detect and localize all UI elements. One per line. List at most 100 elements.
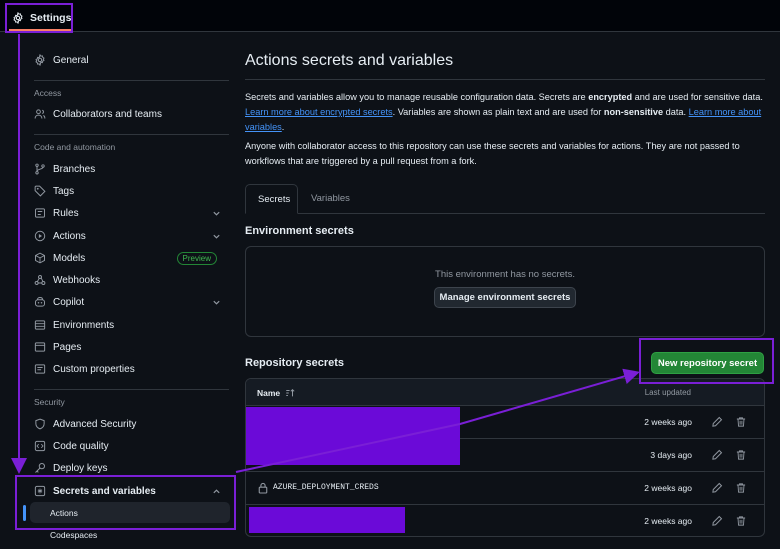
secret-updated: 2 weeks ago [644,417,692,427]
sidebar-divider [34,389,229,390]
sidebar-item-label: Environments [53,319,115,331]
name-column-label: Name [257,388,281,398]
encrypted-secrets-link[interactable]: Learn more about encrypted secrets [245,107,393,117]
sidebar-item-label: Copilot [53,296,85,308]
sidebar-divider [34,134,229,135]
cube-icon [34,252,46,264]
secret-updated: 2 weeks ago [644,516,692,526]
chevron-down-icon [212,298,221,307]
secret-name: AZURE_DEPLOYMENT_CREDS [273,483,379,492]
intro-emphasis-non-sensitive: non-sensitive [603,107,664,117]
intro-text: . [281,122,285,132]
intro-paragraph: Secrets and variables allow you to manag… [245,90,765,135]
sidebar-item-webhooks[interactable]: Webhooks [29,270,229,290]
page-title: Actions secrets and variables [245,52,454,69]
key-icon [34,462,46,474]
server-icon [34,319,46,331]
sidebar-item-pages[interactable]: Pages [29,337,229,357]
annotation-box-settings [5,3,73,33]
tab-secrets[interactable]: Secrets [245,184,298,214]
branch-icon [34,163,46,175]
manage-environment-secrets-button[interactable]: Manage environment secrets [434,287,576,308]
sidebar-subitem-codespaces[interactable]: Codespaces [50,530,97,540]
sidebar-item-label: Models [53,252,86,264]
collaborator-paragraph: Anyone with collaborator access to this … [245,141,740,166]
redaction-block [246,407,460,465]
sidebar-item-tags[interactable]: Tags [29,181,229,201]
note-icon [34,363,46,375]
intro-emphasis-encrypted: encrypted [588,92,633,102]
intro-text: and are used for sensitive data. [632,92,763,102]
trash-icon[interactable] [735,482,747,494]
annotation-box-new-secret [639,338,774,384]
sort-icon [285,388,295,398]
gear-icon [34,54,46,66]
secret-updated: 3 days ago [650,450,692,460]
sidebar-item-environments[interactable]: Environments [29,315,229,335]
secrets-variables-tabs: Secrets Variables [245,184,765,214]
secret-updated: 2 weeks ago [644,483,692,493]
name-column-header[interactable]: Name [257,388,295,398]
sidebar-item-label: Branches [53,163,96,175]
empty-state-text: This environment has no secrets. [435,269,575,280]
sidebar-group-code-automation: Code and automation [34,142,116,152]
sidebar-item-label: Rules [53,207,79,219]
sidebar-item-rules[interactable]: Rules [29,203,229,223]
sidebar-item-label: Tags [53,185,75,197]
sidebar-item-advanced-security[interactable]: Advanced Security [29,414,229,434]
rules-icon [34,207,46,219]
redaction-block [249,507,405,533]
tag-icon [34,185,46,197]
pencil-icon[interactable] [711,515,723,527]
people-icon [34,108,46,120]
intro-text: data. [663,107,689,117]
trash-icon[interactable] [735,416,747,428]
sidebar-item-models[interactable]: Models Preview [29,248,229,268]
lock-icon [258,482,268,494]
copilot-icon [34,296,46,308]
sidebar-item-label: General [53,54,89,66]
chevron-down-icon [212,209,221,218]
sidebar-item-label: Advanced Security [53,418,137,430]
sidebar-item-label: Webhooks [53,274,101,286]
environment-secrets-heading: Environment secrets [245,225,354,237]
sidebar-item-label: Actions [53,230,86,242]
shield-icon [34,418,46,430]
pencil-icon[interactable] [711,449,723,461]
sidebar-item-general[interactable]: General [29,50,229,70]
sidebar-group-access: Access [34,88,62,98]
sidebar-item-label: Deploy keys [53,462,108,474]
top-bar: Settings [0,0,780,32]
sidebar-divider [34,80,229,81]
table-row: AZURE_DEPLOYMENT_CREDS 2 weeks ago [246,472,764,505]
environment-secrets-box: This environment has no secrets. Manage … [245,246,765,337]
sidebar-item-collaborators[interactable]: Collaborators and teams [29,104,229,124]
code-square-icon [34,440,46,452]
sidebar-group-security: Security [34,397,65,407]
sidebar-item-label: Code quality [53,440,109,452]
title-divider [245,79,765,80]
chevron-down-icon [212,232,221,241]
annotation-box-secrets-and-variables [15,475,236,530]
pencil-icon[interactable] [711,416,723,428]
browser-icon [34,341,46,353]
pencil-icon[interactable] [711,482,723,494]
play-circle-icon [34,230,46,242]
sidebar-item-code-quality[interactable]: Code quality [29,436,229,456]
sidebar-item-label: Custom properties [53,363,135,375]
sidebar-item-copilot[interactable]: Copilot [29,292,229,312]
webhook-icon [34,274,46,286]
sidebar-item-branches[interactable]: Branches [29,159,229,179]
preview-badge: Preview [176,252,217,265]
sidebar-item-actions[interactable]: Actions [29,226,229,246]
sidebar-item-label: Pages [53,341,82,353]
sidebar-item-custom-properties[interactable]: Custom properties [29,359,229,379]
intro-text: Secrets and variables allow you to manag… [245,92,589,102]
intro-text: . Variables are shown as plain text and … [392,107,604,117]
trash-icon[interactable] [735,515,747,527]
last-updated-column-header: Last updated [644,388,691,397]
trash-icon[interactable] [735,449,747,461]
repository-secrets-heading: Repository secrets [245,357,345,369]
sidebar-item-label: Collaborators and teams [53,108,162,120]
tab-variables[interactable]: Variables [299,184,362,214]
